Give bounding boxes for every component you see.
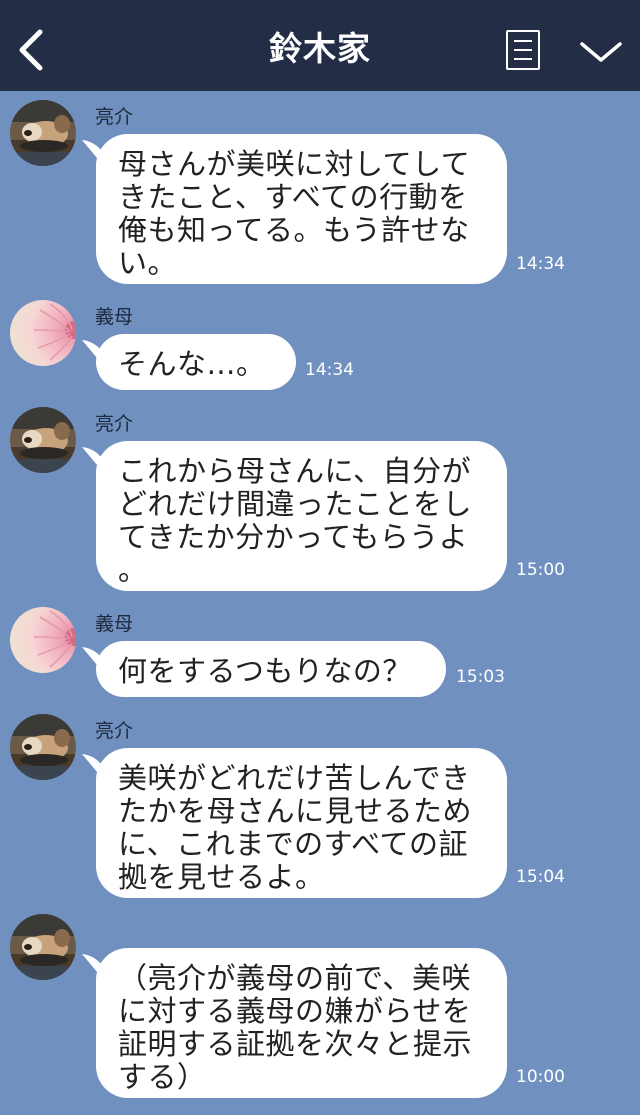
expand-button[interactable]	[576, 32, 626, 72]
message-time: 15:04	[516, 867, 565, 887]
sender-avatar[interactable]	[10, 100, 76, 166]
message-time: 15:00	[516, 560, 565, 580]
menu-button[interactable]	[506, 30, 540, 70]
message-bubble[interactable]: これから母さんに、自分が どれだけ間違ったことをし てきたか分かってもらうよ 。	[96, 441, 507, 591]
menu-line-icon	[514, 40, 532, 42]
back-button[interactable]	[6, 20, 56, 80]
chevron-down-icon	[580, 42, 622, 62]
dog-avatar-icon	[10, 714, 76, 780]
message-time: 14:34	[516, 254, 565, 274]
sender-avatar[interactable]	[10, 607, 76, 673]
chat-title: 鈴木家	[269, 29, 371, 68]
sender-name: 亮介	[95, 106, 134, 128]
message-bubble[interactable]: 美咲がどれだけ苦しんでき たかを母さんに見せるため に、これまでのすべての証 拠…	[96, 748, 507, 898]
flower-avatar-icon	[10, 607, 76, 673]
dog-avatar-icon	[10, 100, 76, 166]
message-time: 14:34	[305, 360, 354, 380]
dog-avatar-icon	[10, 914, 76, 980]
dog-avatar-icon	[10, 407, 76, 473]
sender-name: 亮介	[95, 720, 134, 742]
message-bubble[interactable]: （亮介が義母の前で、美咲 に対する義母の嫌がらせを 証明する証拠を次々と提示 す…	[96, 948, 507, 1098]
sender-avatar[interactable]	[10, 914, 76, 980]
sender-name: 義母	[95, 306, 134, 328]
chat-header: 鈴木家	[0, 0, 640, 91]
sender-name: 義母	[95, 613, 134, 635]
chevron-left-icon	[19, 29, 43, 71]
message-bubble[interactable]: 母さんが美咲に対してして きたこと、すべての行動を 俺も知ってる。もう許せな い…	[96, 134, 507, 284]
message-bubble[interactable]: 何をするつもりなの？	[96, 641, 446, 697]
sender-avatar[interactable]	[10, 407, 76, 473]
sender-name: 亮介	[95, 413, 134, 435]
sender-avatar[interactable]	[10, 300, 76, 366]
message-bubble[interactable]: そんな…。	[96, 334, 296, 390]
menu-line-icon	[514, 58, 532, 60]
message-time: 10:00	[516, 1067, 565, 1087]
flower-avatar-icon	[10, 300, 76, 366]
message-time: 15:03	[456, 667, 505, 687]
menu-line-icon	[514, 49, 532, 51]
sender-avatar[interactable]	[10, 714, 76, 780]
